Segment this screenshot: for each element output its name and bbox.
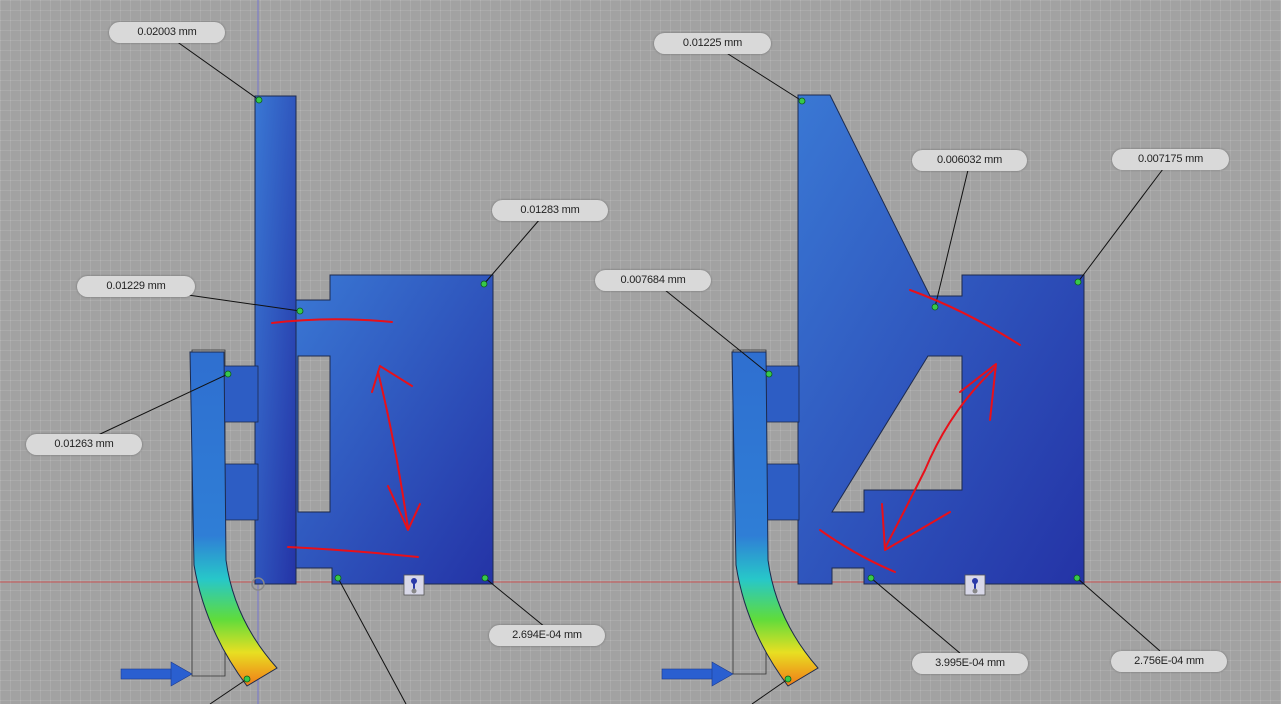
probe-point-icon[interactable] [243,675,251,683]
probe-label-left-bottom-right[interactable]: 2.694E-04 mm [489,625,605,646]
probe-point-icon[interactable] [765,370,773,378]
probe-label-right-top[interactable]: 0.01225 mm [654,33,771,54]
probe-point-icon[interactable] [1073,574,1081,582]
probe-point-icon[interactable] [481,574,489,582]
probe-label-left-mid[interactable]: 0.01229 mm [77,276,195,297]
right-model[interactable] [661,51,1164,704]
fea-viewport[interactable] [0,0,1281,704]
probe-label-right-upper-right[interactable]: 0.007175 mm [1112,149,1229,170]
load-arrow-icon[interactable] [661,661,734,687]
constraint-icon[interactable] [403,574,425,596]
probe-point-icon[interactable] [334,574,342,582]
probe-label-right-bottom-mid[interactable]: 3.995E-04 mm [912,653,1028,674]
probe-point-icon[interactable] [1074,278,1082,286]
load-arrow-icon[interactable] [120,661,193,687]
probe-label-left-top[interactable]: 0.02003 mm [109,22,225,43]
probe-point-icon[interactable] [798,97,806,105]
probe-point-icon[interactable] [931,303,939,311]
probe-label-left-arm[interactable]: 0.01263 mm [26,434,142,455]
left-model[interactable] [95,40,546,704]
probe-label-right-bottom-right[interactable]: 2.756E-04 mm [1111,651,1227,672]
probe-label-left-upper-right[interactable]: 0.01283 mm [492,200,608,221]
probe-point-icon[interactable] [784,675,792,683]
probe-point-icon[interactable] [224,370,232,378]
probe-label-right-arm[interactable]: 0.007684 mm [595,270,711,291]
constraint-icon[interactable] [964,574,986,596]
left-column[interactable] [254,95,297,585]
probe-label-right-notch[interactable]: 0.006032 mm [912,150,1027,171]
left-plate[interactable] [295,274,494,585]
left-connector-lower [223,463,259,521]
probe-point-icon[interactable] [480,280,488,288]
probe-point-icon[interactable] [255,96,263,104]
right-connector-lower [764,463,800,521]
probe-point-icon[interactable] [867,574,875,582]
probe-point-icon[interactable] [296,307,304,315]
